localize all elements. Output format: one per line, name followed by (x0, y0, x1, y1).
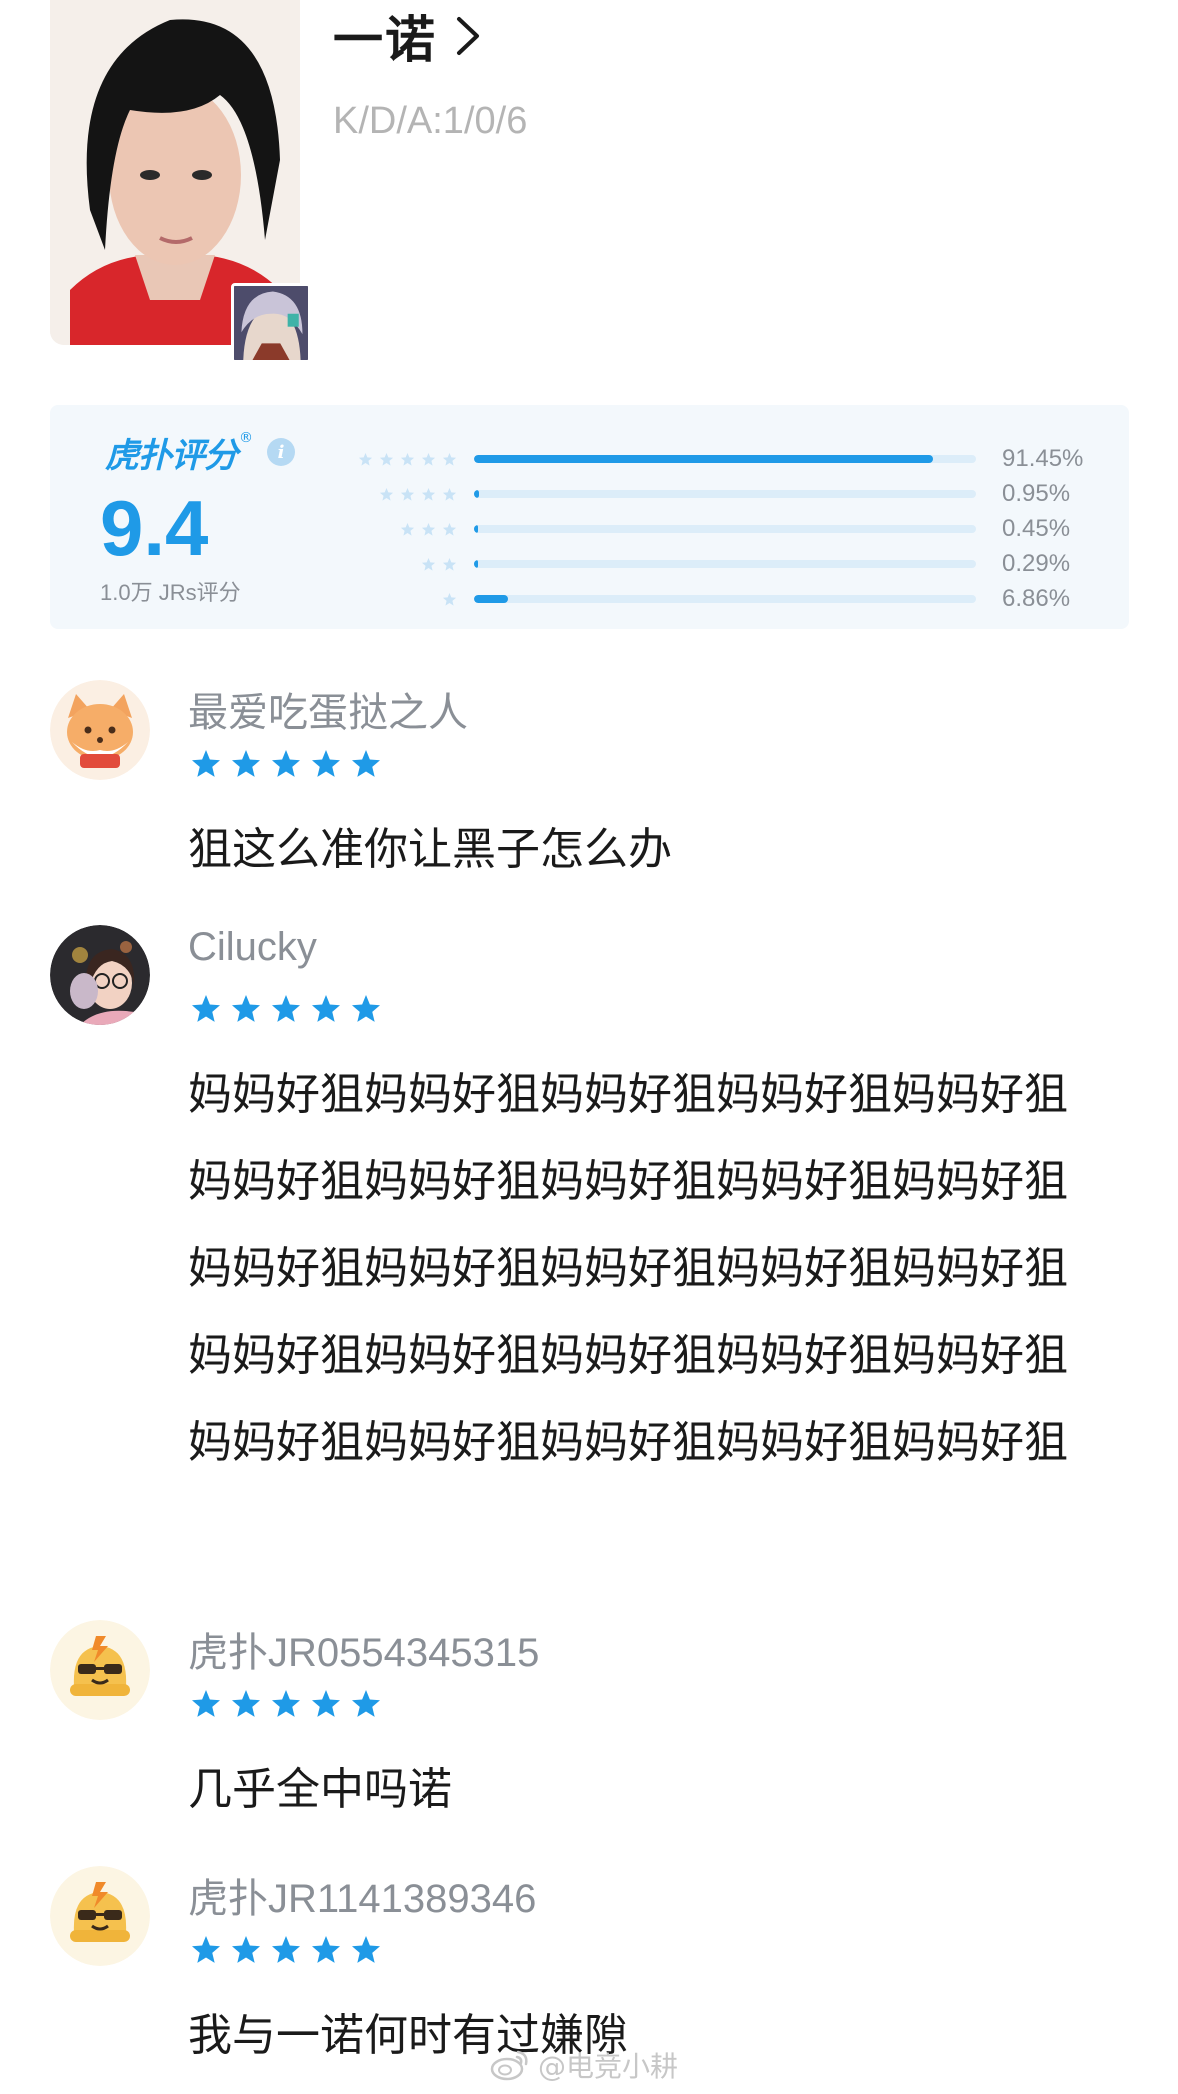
chevron-right-icon (457, 17, 479, 55)
star-icon (442, 522, 457, 536)
rating-card: 虎扑评分 ® i 9.4 1.0万 JRs评分 91.45% 0.95% 0.4… (50, 405, 1129, 629)
star-icon (421, 557, 436, 571)
comment-username[interactable]: 虎扑JR1141389346 (188, 1866, 536, 1924)
distribution-row-5: 91.45% (50, 445, 1129, 472)
star-icon (312, 1690, 340, 1717)
star-icon (358, 452, 373, 466)
comment-text: 狙这么准你让黑子怎么办 (188, 824, 672, 875)
comment-text: 几乎全中吗诺 (188, 1764, 452, 1815)
star-icon (379, 452, 394, 466)
fox-avatar-icon[interactable] (50, 680, 150, 780)
star-icon (192, 1936, 220, 1963)
comment-stars (190, 1688, 382, 1720)
star-icon (312, 1936, 340, 1963)
distribution-bar-fill (474, 525, 479, 533)
distribution-row-3: 0.45% (50, 515, 1129, 542)
star-icon (421, 487, 436, 501)
star-icon (421, 452, 436, 466)
hero-avatar[interactable] (231, 283, 311, 363)
star-icon (232, 995, 260, 1022)
player-name: 一诺 (333, 11, 437, 69)
distribution-percent: 0.29% (1002, 550, 1071, 577)
registered-mark: ® (239, 430, 253, 446)
distribution-percent: 91.45% (1002, 445, 1084, 472)
star-icon (400, 522, 415, 536)
star-icon (312, 750, 340, 777)
star-icon (232, 750, 260, 777)
default-jr-avatar-icon[interactable] (50, 1866, 150, 1966)
star-icon (442, 487, 457, 501)
watermark-text: @电竞小耕 (538, 2050, 679, 2083)
distribution-bar-fill (474, 490, 479, 498)
comment-stars (190, 1934, 382, 1966)
distribution-bar (474, 525, 976, 533)
star-icon (442, 557, 457, 571)
star-icon (192, 1690, 220, 1717)
star-icon (192, 750, 220, 777)
distribution-percent: 6.86% (1002, 585, 1071, 612)
user-photo-avatar-icon[interactable] (50, 925, 150, 1025)
star-level (358, 449, 457, 469)
star-icon (400, 452, 415, 466)
comment-username[interactable]: Cilucky (188, 925, 317, 970)
star-icon (442, 452, 457, 466)
distribution-row-4: 0.95% (50, 480, 1129, 507)
distribution-row-1: 6.86% (50, 585, 1129, 612)
star-icon (352, 1690, 380, 1717)
distribution-bar-fill (474, 560, 479, 568)
star-level (379, 484, 457, 504)
star-icon (272, 1690, 300, 1717)
star-icon (352, 750, 380, 777)
comment-stars (190, 748, 382, 780)
star-icon (192, 995, 220, 1022)
star-icon (272, 1936, 300, 1963)
distribution-bar (474, 455, 976, 463)
kda-stat: K/D/A:1/0/6 (333, 100, 528, 142)
distribution-percent: 0.95% (1002, 480, 1071, 507)
star-level (400, 519, 457, 539)
watermark: @电竞小耕 (490, 2043, 678, 2087)
star-icon (379, 487, 394, 501)
star-icon (272, 750, 300, 777)
distribution-bar (474, 490, 976, 498)
star-icon (352, 1936, 380, 1963)
distribution-percent: 0.45% (1002, 515, 1071, 542)
comment-username[interactable]: 最爱吃蛋挞之人 (188, 680, 468, 738)
star-icon (232, 1936, 260, 1963)
star-icon (442, 592, 457, 606)
distribution-bar-fill (474, 595, 509, 603)
comment-stars (190, 993, 382, 1025)
comment-username[interactable]: 虎扑JR0554345315 (188, 1620, 539, 1678)
star-icon (232, 1690, 260, 1717)
star-icon (400, 487, 415, 501)
star-icon (312, 995, 340, 1022)
player-name-link[interactable]: 一诺 (333, 4, 481, 69)
star-level (442, 589, 457, 609)
comment-text: 妈妈好狙妈妈好狙妈妈好狙妈妈好狙妈妈好狙妈妈好狙妈妈好狙妈妈好狙妈妈好狙妈妈好狙… (188, 1069, 1068, 1468)
star-icon (352, 995, 380, 1022)
default-jr-avatar-icon[interactable] (50, 1620, 150, 1720)
star-level (421, 554, 457, 574)
distribution-bar-fill (474, 455, 934, 463)
star-icon (421, 522, 436, 536)
distribution-row-2: 0.29% (50, 550, 1129, 577)
distribution-bar (474, 595, 976, 603)
distribution-bar (474, 560, 976, 568)
star-icon (272, 995, 300, 1022)
weibo-icon (490, 2050, 528, 2081)
